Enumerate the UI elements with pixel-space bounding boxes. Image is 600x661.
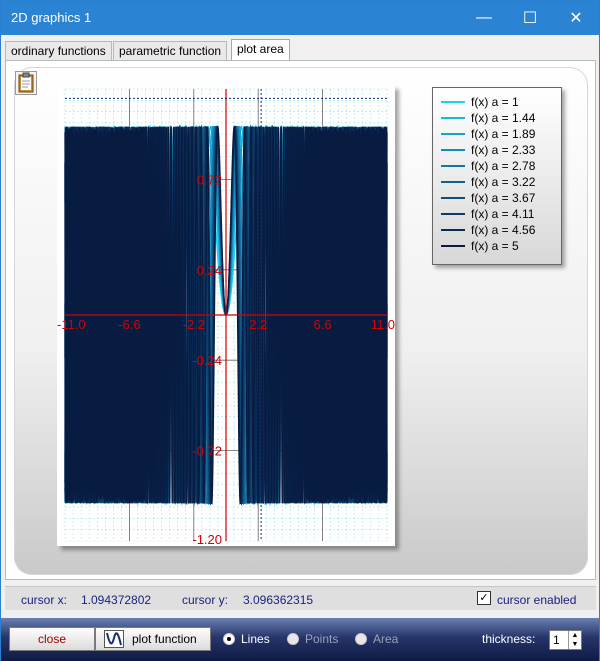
close-button[interactable]: close — [9, 627, 95, 651]
radio-area-label: Area — [373, 632, 399, 646]
legend-item: f(x) a = 3.22 — [437, 174, 557, 190]
y-tick-label: 0.24 — [197, 263, 222, 278]
legend-swatch — [441, 197, 465, 199]
legend-item: f(x) a = 1 — [437, 94, 557, 110]
legend-label: f(x) a = 1.44 — [471, 111, 536, 125]
legend-label: f(x) a = 3.22 — [471, 175, 536, 189]
cursor-y-value: 3.096362315 — [243, 593, 314, 607]
radio-points-label: Points — [305, 632, 339, 646]
legend-swatch — [441, 101, 465, 103]
plot-canvas[interactable]: -11.0 -6.6 -2.2 2.2 6.6 11.0 0.72 0.24 -0.24 -0.7… — [57, 85, 395, 546]
legend-label: f(x) a = 3.67 — [471, 191, 536, 205]
radio-points-indicator[interactable] — [287, 633, 299, 645]
legend-item: f(x) a = 2.33 — [437, 142, 557, 158]
cursor-enabled-label: cursor enabled — [497, 593, 577, 607]
tab-ordinary-functions[interactable]: ordinary functions — [5, 41, 112, 61]
legend-swatch — [441, 213, 465, 215]
legend-swatch — [441, 117, 465, 119]
x-tick-label: 2.2 — [249, 317, 267, 332]
legend-item: f(x) a = 4.56 — [437, 222, 557, 238]
thickness-spinner[interactable]: 1 ▲ ▼ — [549, 630, 582, 650]
cursor-x-value: 1.094372802 — [81, 593, 152, 607]
legend-swatch — [441, 149, 465, 151]
plot-icon — [104, 630, 124, 648]
legend-item: f(x) a = 5 — [437, 238, 557, 254]
status-bar: cursor x: 1.094372802 cursor y: 3.096362… — [5, 586, 596, 610]
y-tick-label: -0.24 — [192, 353, 222, 368]
close-window-button[interactable]: ✕ — [553, 1, 599, 35]
x-tick-label: 6.6 — [314, 317, 332, 332]
thickness-value[interactable]: 1 — [553, 633, 560, 647]
legend-label: f(x) a = 5 — [471, 239, 519, 253]
cursor-enabled-checkbox[interactable]: ✓ — [477, 591, 491, 605]
bottom-toolbar: close plot function Lines Points Area th… — [1, 618, 599, 661]
legend: f(x) a = 1 f(x) a = 1.44 f(x) a = 1.89 f(x)… — [432, 87, 562, 265]
legend-swatch — [441, 181, 465, 183]
spin-up-icon[interactable]: ▲ — [568, 631, 581, 640]
legend-swatch — [441, 133, 465, 135]
y-tick-label: -1.20 — [192, 532, 222, 546]
plot-function-button[interactable]: plot function — [95, 627, 211, 651]
plot-svg[interactable]: -11.0 -6.6 -2.2 2.2 6.6 11.0 0.72 0.24 -0.24 -0.7… — [57, 85, 395, 546]
maximize-icon: ☐ — [522, 10, 538, 27]
legend-item: f(x) a = 3.67 — [437, 190, 557, 206]
close-icon: ✕ — [569, 10, 583, 27]
legend-item: f(x) a = 1.89 — [437, 126, 557, 142]
legend-label: f(x) a = 1.89 — [471, 127, 536, 141]
title-bar[interactable]: 2D graphics 1 — ☐ ✕ — [1, 1, 599, 35]
radio-lines[interactable]: Lines — [223, 632, 270, 646]
x-tick-label: -2.2 — [183, 317, 205, 332]
thickness-label: thickness: — [482, 632, 536, 646]
tab-parametric-function[interactable]: parametric function — [113, 41, 228, 61]
radio-points[interactable]: Points — [287, 632, 338, 646]
plot-function-label: plot function — [132, 632, 197, 646]
minimize-icon: — — [476, 9, 492, 26]
radio-lines-label: Lines — [241, 632, 270, 646]
tab-strip: ordinary functions parametric function p… — [5, 39, 599, 61]
window: 2D graphics 1 — ☐ ✕ ordinary functions p… — [0, 0, 600, 661]
clipboard-button[interactable] — [15, 71, 37, 95]
cursor-x-label: cursor x: — [21, 593, 68, 607]
legend-label: f(x) a = 2.78 — [471, 159, 536, 173]
x-tick-label: -11.0 — [57, 317, 86, 332]
y-tick-label: 0.72 — [197, 172, 222, 187]
x-tick-label: 11.0 — [371, 317, 395, 332]
legend-item: f(x) a = 4.11 — [437, 206, 557, 222]
y-tick-label: -0.72 — [192, 444, 222, 459]
x-tick-label: -6.6 — [118, 317, 140, 332]
legend-label: f(x) a = 4.11 — [471, 207, 535, 221]
maximize-button[interactable]: ☐ — [507, 1, 553, 35]
legend-label: f(x) a = 1 — [471, 95, 519, 109]
legend-swatch — [441, 245, 465, 247]
legend-item: f(x) a = 2.78 — [437, 158, 557, 174]
spin-down-icon[interactable]: ▼ — [568, 640, 581, 649]
minimize-button[interactable]: — — [461, 1, 507, 35]
cursor-y-label: cursor y: — [182, 593, 229, 607]
legend-label: f(x) a = 2.33 — [471, 143, 536, 157]
radio-area[interactable]: Area — [355, 632, 398, 646]
legend-item: f(x) a = 1.44 — [437, 110, 557, 126]
legend-label: f(x) a = 4.56 — [471, 223, 536, 237]
legend-swatch — [441, 165, 465, 167]
legend-swatch — [441, 229, 465, 231]
radio-area-indicator[interactable] — [355, 633, 367, 645]
radio-lines-indicator[interactable] — [223, 633, 235, 645]
window-title: 2D graphics 1 — [11, 10, 92, 25]
clipboard-icon — [18, 72, 34, 93]
tab-plot-area[interactable]: plot area — [231, 39, 290, 61]
